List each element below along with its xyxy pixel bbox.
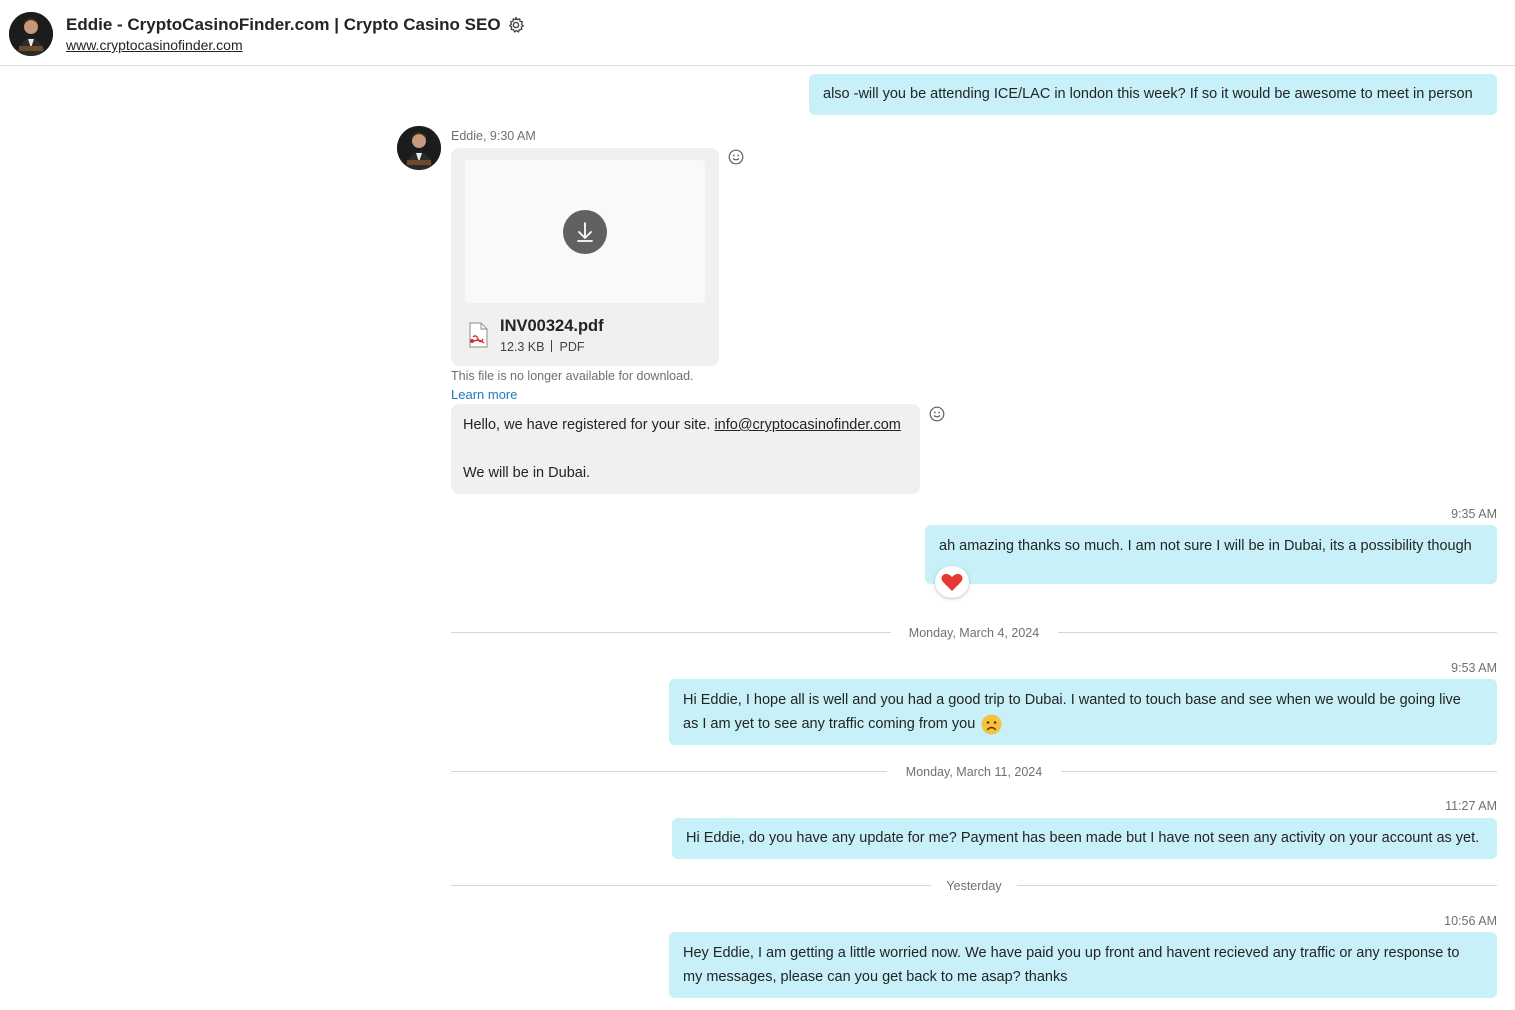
message-text: my messages, please can you get back to … (683, 969, 1068, 985)
pdf-file-icon (467, 322, 489, 348)
contact-avatar[interactable] (9, 12, 53, 56)
emoji-smile-icon[interactable] (929, 406, 945, 422)
incoming-message[interactable]: Hello, we have registered for your site.… (451, 404, 920, 494)
file-unavailable-notice: This file is no longer available for dow… (451, 369, 694, 383)
settings-gear-icon[interactable] (507, 16, 525, 34)
message-text-line: Hello, we have registered for your site.… (463, 414, 901, 436)
email-link[interactable]: info@cryptocasinofinder.com (714, 417, 900, 433)
message-text-line: as I am yet to see any traffic coming fr… (683, 712, 1483, 736)
message-text: We will be in Dubai. (463, 465, 591, 481)
message-text: Hello, we have registered for your site. (463, 417, 715, 433)
outgoing-message[interactable]: Hi Eddie, I hope all is well and you had… (669, 679, 1497, 745)
file-meta: 12.3 KB PDF (500, 340, 584, 354)
message-text: Hi Eddie, I hope all is well and you had… (683, 692, 1461, 708)
file-attachment-card[interactable]: INV00324.pdf 12.3 KB PDF (451, 148, 719, 366)
outgoing-message[interactable]: Hey Eddie, I am getting a little worried… (669, 932, 1497, 998)
outgoing-message[interactable]: Hi Eddie, do you have any update for me?… (672, 818, 1497, 859)
file-preview (465, 160, 705, 303)
conversation-title[interactable]: Eddie - CryptoCasinoFinder.com | Crypto … (66, 15, 525, 35)
date-divider-line (451, 885, 931, 886)
date-divider-line (451, 771, 887, 772)
heart-reaction-icon[interactable] (935, 566, 969, 598)
sad-face-emoji-icon (981, 714, 1002, 735)
message-text: ah amazing thanks so much. I am not sure… (939, 538, 1472, 554)
file-name[interactable]: INV00324.pdf (500, 317, 604, 336)
conversation-title-text: Eddie - CryptoCasinoFinder.com | Crypto … (66, 15, 501, 34)
outgoing-message[interactable]: ah amazing thanks so much. I am not sure… (925, 525, 1497, 584)
message-text: Hi Eddie, do you have any update for me?… (686, 830, 1480, 846)
file-type: PDF (559, 340, 585, 354)
outgoing-message[interactable]: also -will you be attending ICE/LAC in l… (809, 74, 1497, 115)
date-divider: Monday, March 11, 2024 (905, 765, 1043, 779)
message-text: Hey Eddie, I am getting a little worried… (683, 945, 1460, 961)
message-timestamp: 11:27 AM (1445, 799, 1497, 813)
sender-meta: Eddie, 9:30 AM (451, 129, 536, 143)
message-timestamp: 9:53 AM (1451, 661, 1497, 675)
date-divider-line (451, 632, 891, 633)
date-divider-line (1058, 632, 1497, 633)
date-divider: Yesterday (946, 879, 1002, 893)
download-icon[interactable] (563, 210, 607, 254)
date-divider-line (1017, 885, 1497, 886)
file-size: 12.3 KB (500, 340, 545, 354)
sender-avatar[interactable] (397, 126, 441, 170)
emoji-smile-icon[interactable] (728, 149, 744, 165)
message-timestamp: 9:35 AM (1451, 507, 1497, 521)
message-text: also -will you be attending ICE/LAC in l… (823, 86, 1473, 102)
learn-more-link[interactable]: Learn more (451, 387, 517, 402)
date-divider-line (1061, 771, 1497, 772)
message-text: as I am yet to see any traffic coming fr… (683, 716, 976, 732)
contact-website-link[interactable]: www.cryptocasinofinder.com (66, 37, 243, 53)
message-timestamp: 10:56 AM (1444, 914, 1497, 928)
conversation-header: Eddie - CryptoCasinoFinder.com | Crypto … (0, 0, 1515, 66)
date-divider: Monday, March 4, 2024 (908, 626, 1040, 640)
